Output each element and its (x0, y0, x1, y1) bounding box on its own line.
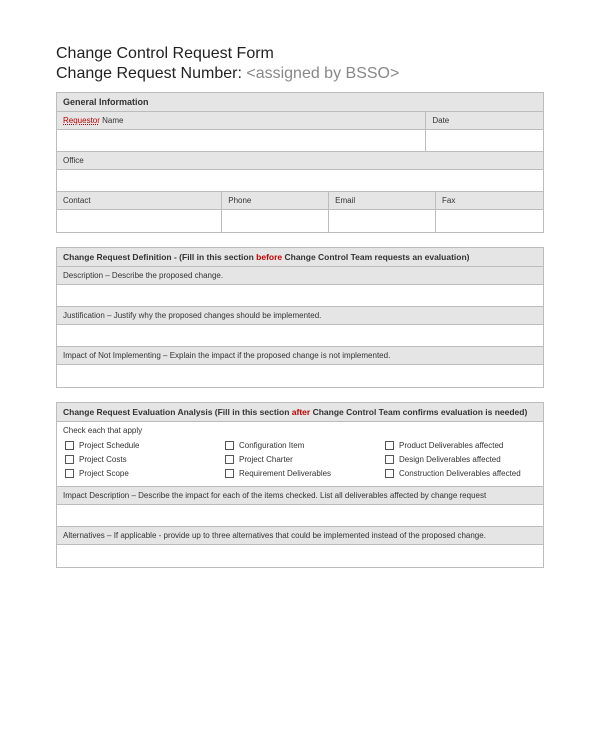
check-item: Project Schedule (65, 441, 215, 450)
check-label: Product Deliverables affected (399, 441, 503, 450)
check-item: Construction Deliverables affected (385, 469, 535, 478)
definition-desc-input[interactable] (57, 285, 543, 307)
office-input[interactable] (57, 170, 543, 192)
date-input[interactable] (426, 130, 543, 152)
phone-input[interactable] (222, 210, 329, 232)
request-number-label: Change Request Number: (56, 65, 242, 82)
requestor-rest: Name (100, 116, 124, 125)
contact-input[interactable] (57, 210, 222, 232)
phone-label: Phone (222, 192, 329, 210)
email-label: Email (329, 192, 436, 210)
alternatives-label: Alternatives – If applicable - provide u… (57, 527, 543, 545)
title-line-1: Change Control Request Form (56, 44, 544, 64)
check-label: Project Scope (79, 469, 129, 478)
section-definition: Change Request Definition - (Fill in thi… (56, 247, 544, 388)
office-label: Office (57, 152, 543, 170)
def-hdr-post: Change Control Team requests an evaluati… (282, 252, 469, 262)
check-label: Requirement Deliverables (239, 469, 331, 478)
assigned-by: <assigned by BSSO> (246, 65, 399, 82)
checkbox[interactable] (65, 469, 74, 478)
definition-header: Change Request Definition - (Fill in thi… (57, 248, 543, 267)
definition-just-input[interactable] (57, 325, 543, 347)
check-item: Requirement Deliverables (225, 469, 375, 478)
definition-impact-label: Impact of Not Implementing – Explain the… (57, 347, 543, 365)
checkbox[interactable] (225, 469, 234, 478)
form-title-block: Change Control Request Form Change Reque… (56, 44, 544, 84)
check-label: Project Charter (239, 455, 293, 464)
checkbox[interactable] (385, 441, 394, 450)
section-general: General Information Requestor Name Date … (56, 92, 544, 233)
impact-desc-input[interactable] (57, 505, 543, 527)
check-instruction: Check each that apply (57, 422, 543, 435)
definition-just-label: Justification – Justify why the proposed… (57, 307, 543, 325)
check-label: Project Schedule (79, 441, 139, 450)
checkbox[interactable] (65, 455, 74, 464)
checkbox[interactable] (225, 441, 234, 450)
check-item: Project Scope (65, 469, 215, 478)
email-input[interactable] (329, 210, 436, 232)
check-label: Project Costs (79, 455, 127, 464)
check-item: Project Costs (65, 455, 215, 464)
check-label: Design Deliverables affected (399, 455, 501, 464)
title-line-2: Change Request Number: <assigned by BSSO… (56, 64, 544, 84)
date-label: Date (426, 112, 543, 130)
definition-desc-label: Description – Describe the proposed chan… (57, 267, 543, 285)
check-label: Construction Deliverables affected (399, 469, 521, 478)
checkbox[interactable] (65, 441, 74, 450)
checkbox[interactable] (385, 455, 394, 464)
check-item: Product Deliverables affected (385, 441, 535, 450)
checkbox[interactable] (385, 469, 394, 478)
def-hdr-red: before (256, 252, 282, 262)
evaluation-header: Change Request Evaluation Analysis (Fill… (57, 403, 543, 422)
requestor-red: Requestor (63, 116, 100, 125)
fax-input[interactable] (436, 210, 543, 232)
check-item: Configuration Item (225, 441, 375, 450)
fax-label: Fax (436, 192, 543, 210)
requestor-input[interactable] (57, 130, 426, 152)
eval-hdr-post: Change Control Team confirms evaluation … (310, 407, 527, 417)
general-header: General Information (57, 93, 543, 112)
impact-desc-label: Impact Description – Describe the impact… (57, 487, 543, 505)
eval-hdr-pre: Change Request Evaluation Analysis (Fill… (63, 407, 292, 417)
checkbox[interactable] (225, 455, 234, 464)
eval-hdr-red: after (292, 407, 310, 417)
requestor-label: Requestor Name (57, 112, 426, 130)
alternatives-input[interactable] (57, 545, 543, 567)
check-label: Configuration Item (239, 441, 304, 450)
check-item: Design Deliverables affected (385, 455, 535, 464)
definition-impact-input[interactable] (57, 365, 543, 387)
check-item: Project Charter (225, 455, 375, 464)
checkbox-grid: Project Schedule Configuration Item Prod… (57, 435, 543, 487)
section-evaluation: Change Request Evaluation Analysis (Fill… (56, 402, 544, 568)
contact-label: Contact (57, 192, 222, 210)
def-hdr-pre: Change Request Definition - (Fill in thi… (63, 252, 256, 262)
